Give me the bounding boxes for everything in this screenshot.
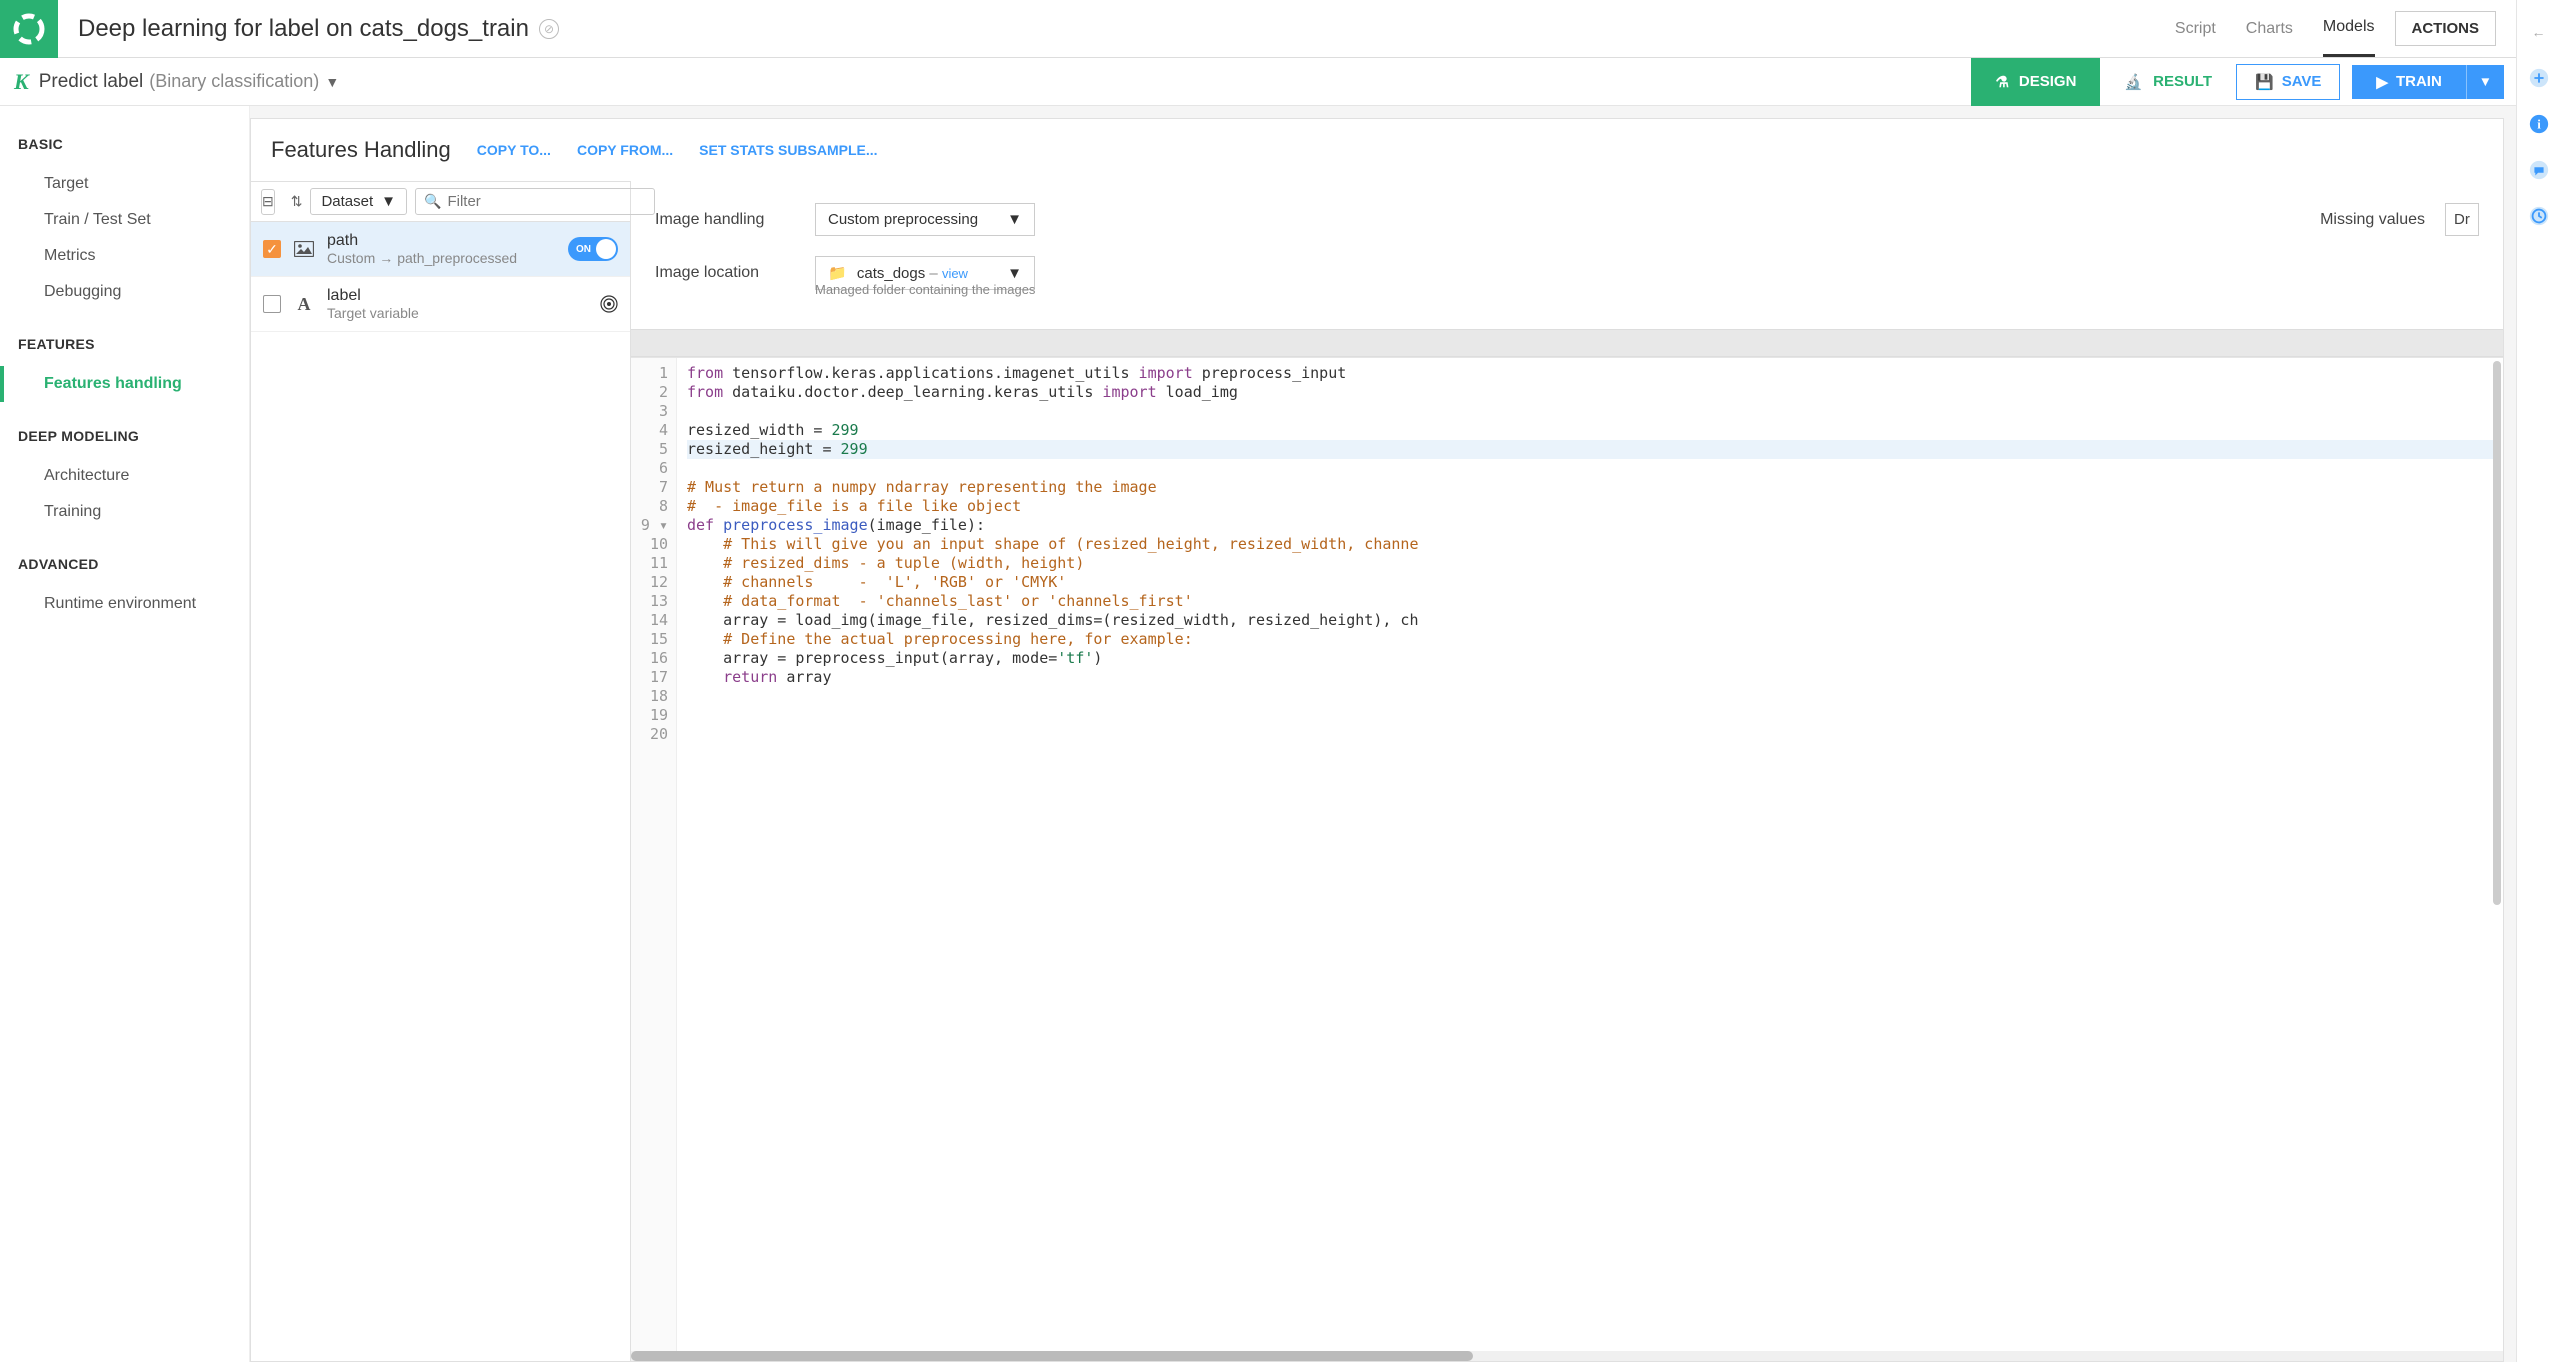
workspace-title: Features Handling	[271, 137, 451, 163]
feature-subtitle: Target variable	[327, 305, 588, 321]
feature-subtitle: Custom → path_preprocessed	[327, 250, 556, 266]
subheader: K Predict label (Binary classification) …	[0, 58, 2516, 106]
back-icon[interactable]: ←	[2527, 20, 2551, 44]
workspace: Features Handling COPY TO... COPY FROM..…	[250, 118, 2504, 1362]
title-info-icon[interactable]: ⊘	[539, 19, 559, 39]
image-handling-label: Image handling	[655, 211, 795, 229]
tab-script[interactable]: Script	[2175, 2, 2216, 56]
tab-models[interactable]: Models	[2323, 0, 2375, 57]
feature-name: label	[327, 287, 588, 305]
sidebar-heading-advanced: ADVANCED	[0, 556, 249, 586]
features-column: ⊟ ⇅ Dataset ▼ 🔍	[251, 181, 631, 1361]
missing-values-select[interactable]: Dr	[2445, 203, 2479, 236]
page-title: Deep learning for label on cats_dogs_tra…	[78, 15, 2175, 43]
predict-label: Predict label	[39, 71, 144, 93]
sidebar-item-target[interactable]: Target	[0, 166, 249, 202]
code-toolbar	[631, 329, 2503, 357]
mode-tab-design[interactable]: ⚗ DESIGN	[1971, 58, 2100, 106]
target-icon	[600, 295, 618, 313]
text-type-icon: A	[293, 294, 315, 315]
feature-checkbox[interactable]: ✓	[263, 240, 281, 258]
arrow-right-icon: →	[379, 250, 393, 266]
link-set-stats[interactable]: SET STATS SUBSAMPLE...	[699, 142, 877, 158]
flask-icon: ⚗	[1995, 73, 2008, 91]
info-icon[interactable]: i	[2527, 112, 2551, 136]
link-copy-to[interactable]: COPY TO...	[477, 142, 551, 158]
predict-type: (Binary classification)	[149, 71, 319, 92]
train-dropdown[interactable]: ▼	[2466, 65, 2504, 99]
feature-checkbox[interactable]	[263, 295, 281, 313]
filter-input[interactable]	[447, 193, 646, 210]
chat-icon[interactable]	[2527, 158, 2551, 182]
app-logo[interactable]	[0, 0, 58, 58]
sidebar-heading-deep-modeling: DEEP MODELING	[0, 428, 249, 458]
chevron-down-icon: ▼	[381, 193, 396, 210]
collapse-all-button[interactable]: ⊟	[261, 189, 275, 215]
feature-row-path[interactable]: ✓ path Custom → path_preprocessed	[251, 222, 630, 277]
save-button[interactable]: 💾 SAVE	[2236, 64, 2340, 100]
microscope-icon: 🔬	[2124, 73, 2143, 91]
sort-button[interactable]: ⇅	[291, 189, 303, 215]
add-icon[interactable]	[2527, 66, 2551, 90]
train-button[interactable]: ▶ TRAIN	[2352, 65, 2465, 99]
missing-values-label: Missing values	[2320, 211, 2425, 229]
feature-toggle[interactable]: ON	[568, 237, 618, 261]
sidebar-item-train-test[interactable]: Train / Test Set	[0, 202, 249, 238]
image-handling-select[interactable]: Custom preprocessing ▼	[815, 203, 1035, 236]
sidebar-item-runtime-env[interactable]: Runtime environment	[0, 586, 249, 622]
dataset-dropdown[interactable]: Dataset ▼	[310, 188, 407, 215]
sidebar-heading-features: FEATURES	[0, 336, 249, 366]
sidebar-item-training[interactable]: Training	[0, 494, 249, 530]
folder-icon: 📁	[828, 265, 847, 282]
helper-text: Managed folder containing the images	[815, 282, 2479, 297]
link-copy-from[interactable]: COPY FROM...	[577, 142, 673, 158]
play-icon: ▶	[2376, 73, 2388, 91]
history-icon[interactable]	[2527, 204, 2551, 228]
sidebar-item-metrics[interactable]: Metrics	[0, 238, 249, 274]
sidebar-item-features-handling[interactable]: Features handling	[0, 366, 249, 402]
image-location-label: Image location	[655, 264, 795, 282]
code-content[interactable]: from tensorflow.keras.applications.image…	[677, 358, 2503, 1351]
sidebar-item-debugging[interactable]: Debugging	[0, 274, 249, 310]
topbar-tabs: Script Charts Models	[2175, 0, 2375, 57]
save-icon: 💾	[2255, 73, 2274, 91]
feature-name: path	[327, 232, 556, 250]
feature-row-label[interactable]: A label Target variable	[251, 277, 630, 332]
tab-charts[interactable]: Charts	[2246, 2, 2293, 56]
search-icon: 🔍	[424, 193, 441, 210]
chevron-down-icon: ▼	[1007, 265, 1022, 282]
k-icon: K	[14, 69, 29, 95]
actions-button[interactable]: ACTIONS	[2395, 11, 2497, 46]
view-link[interactable]: view	[942, 266, 968, 281]
mode-tab-result[interactable]: 🔬 RESULT	[2100, 58, 2236, 106]
chevron-down-icon[interactable]: ▼	[325, 74, 339, 90]
sidebar-item-architecture[interactable]: Architecture	[0, 458, 249, 494]
image-type-icon	[293, 241, 315, 257]
horizontal-scrollbar[interactable]	[631, 1351, 2503, 1361]
right-rail: ← i	[2516, 0, 2560, 1362]
settings-sidebar: BASIC Target Train / Test Set Metrics De…	[0, 106, 250, 1362]
code-editor[interactable]: 123456789 ▾1011121314151617181920 from t…	[631, 357, 2503, 1351]
svg-text:i: i	[2537, 118, 2541, 132]
sidebar-heading-basic: BASIC	[0, 136, 249, 166]
detail-column: Image handling Custom preprocessing ▼ Mi…	[631, 181, 2503, 1361]
vertical-scrollbar[interactable]	[2493, 360, 2501, 1349]
chevron-down-icon: ▼	[1007, 211, 1022, 228]
code-gutter: 123456789 ▾1011121314151617181920	[631, 358, 677, 1351]
topbar: Deep learning for label on cats_dogs_tra…	[0, 0, 2516, 58]
